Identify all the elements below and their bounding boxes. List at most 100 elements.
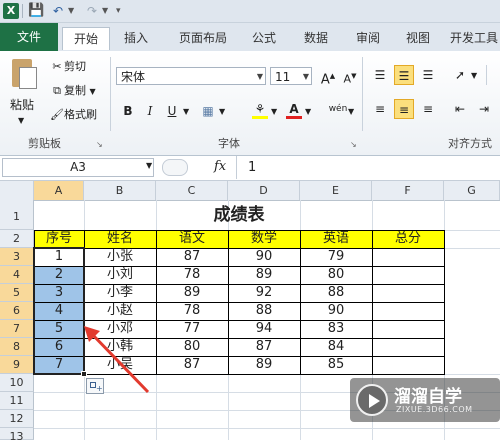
table-cell[interactable]: 92 — [228, 284, 300, 302]
row-header-1[interactable]: 1 — [0, 200, 34, 230]
row-header-6[interactable]: 6 — [0, 302, 34, 320]
table-cell[interactable]: 89 — [156, 284, 228, 302]
table-cell[interactable]: 83 — [300, 320, 372, 338]
table-cell[interactable]: 88 — [228, 302, 300, 320]
table-cell[interactable]: 小李 — [84, 284, 156, 302]
table-cell[interactable]: 79 — [300, 248, 372, 266]
name-box-dropdown-icon[interactable]: ▼ — [146, 161, 152, 170]
tab-file[interactable]: 文件 — [0, 23, 58, 51]
column-header-g[interactable]: G — [444, 181, 500, 200]
table-cell[interactable]: 88 — [300, 284, 372, 302]
formula-bar-handle[interactable] — [162, 159, 188, 176]
align-right-icon[interactable]: ≡ — [418, 99, 438, 119]
table-cell[interactable]: 94 — [228, 320, 300, 338]
table-cell[interactable]: 87 — [156, 248, 228, 266]
header-cell-total[interactable]: 总分 — [372, 230, 444, 248]
copy-button[interactable]: ⧉ 复制 ▼ — [50, 83, 96, 100]
sheet-title-cell[interactable]: 成绩表 — [34, 200, 444, 230]
tab-insert[interactable]: 插入 — [114, 27, 158, 49]
row-header-9[interactable]: 9 — [0, 356, 34, 374]
font-size-combo[interactable]: 11 ▼ — [270, 67, 312, 85]
row-header-5[interactable]: 5 — [0, 284, 34, 302]
borders-dropdown-icon[interactable]: ▼ — [219, 104, 225, 120]
align-center-icon[interactable]: ≡ — [394, 99, 414, 119]
column-header-c[interactable]: C — [156, 181, 228, 200]
formula-input[interactable]: 1 — [248, 160, 256, 175]
table-cell[interactable]: 80 — [156, 338, 228, 356]
column-header-e[interactable]: E — [300, 181, 372, 200]
phonetic-dropdown-icon[interactable]: ▼ — [348, 104, 354, 120]
row-header-10[interactable]: 10 — [0, 374, 34, 392]
table-cell[interactable]: 小赵 — [84, 302, 156, 320]
redo-icon[interactable]: ↷ — [84, 3, 100, 19]
header-cell-english[interactable]: 英语 — [300, 230, 372, 248]
table-cell[interactable]: 77 — [156, 320, 228, 338]
paste-icon[interactable] — [8, 57, 38, 91]
paste-dropdown-icon[interactable]: ▼ — [18, 113, 24, 129]
header-cell-name[interactable]: 姓名 — [84, 230, 156, 248]
row-header-13[interactable]: 13 — [0, 428, 34, 443]
cut-button[interactable]: ✂ 剪切 — [50, 59, 86, 75]
row-header-2[interactable]: 2 — [0, 230, 34, 248]
wrap-text-icon[interactable] — [486, 65, 500, 85]
header-cell-index[interactable]: 序号 — [34, 230, 84, 248]
orientation-icon[interactable]: ➚ — [450, 65, 470, 85]
table-cell[interactable]: 78 — [156, 266, 228, 284]
paste-button[interactable]: 粘贴 — [10, 97, 34, 113]
align-bottom-icon[interactable]: ☰ — [418, 65, 438, 85]
format-painter-button[interactable]: 🖌格式刷 — [50, 107, 97, 123]
font-color-icon[interactable]: A — [284, 99, 304, 119]
undo-dropdown-icon[interactable]: ▼ — [68, 3, 74, 19]
column-header-a[interactable]: A — [34, 181, 84, 200]
phonetic-guide-icon[interactable]: wén — [328, 99, 348, 119]
column-header-d[interactable]: D — [228, 181, 300, 200]
increase-indent-icon[interactable]: ⇥ — [474, 99, 494, 119]
save-icon[interactable]: 💾 — [28, 3, 44, 19]
grow-font-icon[interactable]: A▲ — [318, 66, 338, 87]
decrease-indent-icon[interactable]: ⇤ — [450, 99, 470, 119]
tab-developer[interactable]: 开发工具 — [450, 27, 500, 49]
table-cell[interactable]: 小刘 — [84, 266, 156, 284]
clipboard-launcher-icon[interactable]: ↘ — [96, 137, 103, 153]
table-cell[interactable]: 89 — [228, 266, 300, 284]
fill-color-dropdown-icon[interactable]: ▼ — [271, 104, 277, 120]
tab-data[interactable]: 数据 — [296, 27, 336, 49]
row-header-3[interactable]: 3 — [0, 248, 34, 266]
underline-button[interactable]: U — [162, 101, 182, 121]
table-cell[interactable]: 85 — [300, 356, 372, 374]
row-header-4[interactable]: 4 — [0, 266, 34, 284]
tab-review[interactable]: 审阅 — [348, 27, 388, 49]
tab-view[interactable]: 视图 — [398, 27, 438, 49]
borders-icon[interactable]: ▦ — [198, 101, 218, 121]
italic-button[interactable]: I — [140, 101, 160, 121]
tab-home[interactable]: 开始 — [62, 27, 110, 50]
table-cell[interactable]: 84 — [300, 338, 372, 356]
font-color-dropdown-icon[interactable]: ▼ — [305, 104, 311, 120]
table-cell[interactable]: 80 — [300, 266, 372, 284]
align-left-icon[interactable]: ≡ — [370, 99, 390, 119]
table-cell[interactable]: 90 — [300, 302, 372, 320]
table-cell[interactable]: 89 — [228, 356, 300, 374]
table-cell[interactable]: 87 — [156, 356, 228, 374]
tab-page-layout[interactable]: 页面布局 — [170, 27, 236, 49]
table-cell[interactable]: 90 — [228, 248, 300, 266]
bold-button[interactable]: B — [118, 101, 138, 121]
column-header-f[interactable]: F — [372, 181, 444, 200]
insert-function-button[interactable]: fx — [214, 159, 226, 174]
customize-quick-access-icon[interactable]: ▾ — [116, 3, 121, 19]
copy-dropdown-icon[interactable]: ▼ — [90, 87, 96, 96]
row-header-12[interactable]: 12 — [0, 410, 34, 428]
underline-dropdown-icon[interactable]: ▼ — [183, 104, 189, 120]
align-middle-icon[interactable]: ☰ — [394, 65, 414, 85]
column-header-b[interactable]: B — [84, 181, 156, 200]
align-top-icon[interactable]: ☰ — [370, 65, 390, 85]
row-header-11[interactable]: 11 — [0, 392, 34, 410]
undo-icon[interactable]: ↶ — [50, 3, 66, 19]
tab-formulas[interactable]: 公式 — [244, 27, 284, 49]
font-launcher-icon[interactable]: ↘ — [350, 137, 357, 153]
font-name-combo[interactable]: 宋体 ▼ — [116, 67, 266, 85]
orientation-dropdown-icon[interactable]: ▼ — [471, 68, 477, 84]
redo-dropdown-icon[interactable]: ▼ — [102, 3, 108, 19]
fill-color-icon[interactable]: ⚘ — [250, 99, 270, 119]
row-header-8[interactable]: 8 — [0, 338, 34, 356]
